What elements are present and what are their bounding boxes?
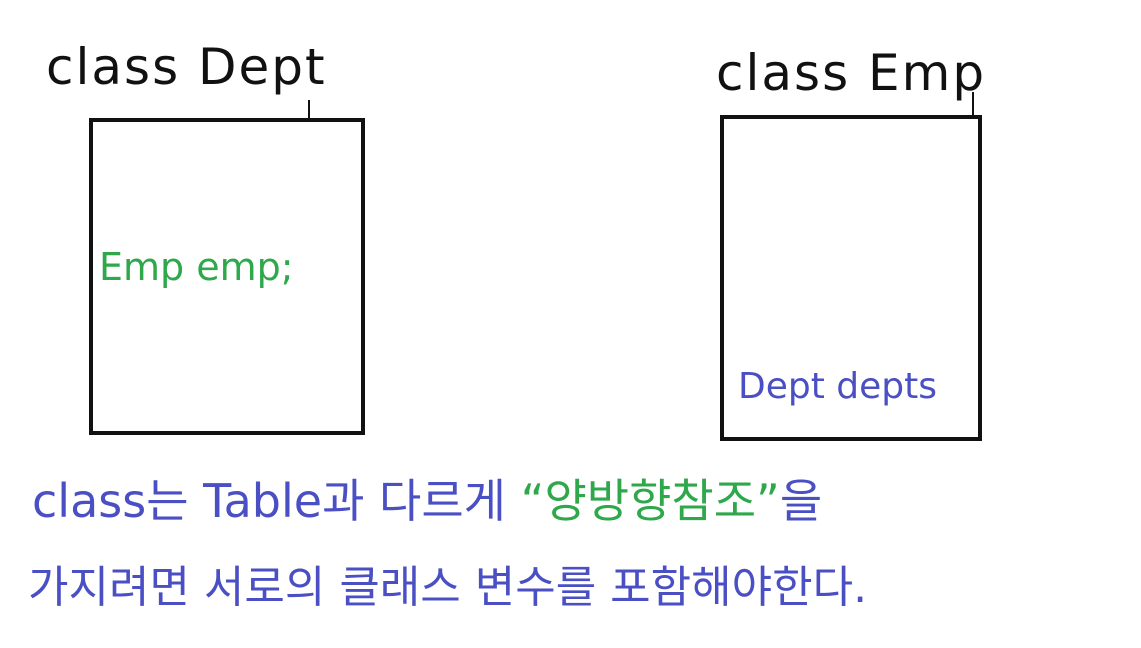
emp-class-title: class Emp: [716, 44, 987, 102]
dept-emp-field: Emp emp;: [99, 245, 294, 289]
emp-dept-field: Dept depts: [738, 366, 938, 407]
note-line-1-part-1: class는 Table과 다르게: [32, 474, 521, 528]
dept-class-box: Emp emp;: [89, 118, 365, 435]
note-quoted-term: “양방향참조”: [520, 474, 780, 528]
note-line-1: class는 Table과 다르게 “양방향참조”을: [32, 478, 822, 524]
dept-class-title: class Dept: [46, 38, 327, 96]
note-line-2: 가지려면 서로의 클래스 변수를 포함해야한다.: [28, 562, 868, 613]
emp-class-box: Dept depts: [720, 115, 982, 441]
dept-title-tick: [308, 100, 310, 120]
note-line-1-part-2: 을: [779, 474, 823, 528]
